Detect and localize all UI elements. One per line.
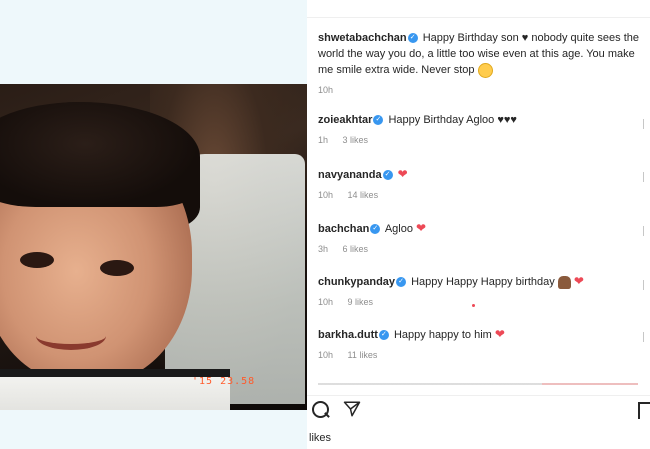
comment-item: navyananda ✓ ❤ 10h 14 likes (318, 166, 643, 203)
comment-search-icon[interactable] (311, 400, 331, 420)
like-comment-heart-icon[interactable] (640, 172, 648, 182)
red-heart-icon: ❤ (494, 327, 505, 341)
comment-username[interactable]: barkha.dutt (318, 329, 378, 341)
comment-time: 10h (318, 190, 334, 200)
comment-time: 10h (318, 350, 334, 360)
comment-username[interactable]: zoieakhtar (318, 114, 372, 126)
comment-text: Happy Happy Happy birthday (411, 276, 555, 288)
comment-time: 10h (318, 85, 334, 95)
red-heart-icon: ❤ (397, 167, 408, 181)
comment-username[interactable]: chunkypanday (318, 276, 395, 288)
send-icon[interactable] (343, 400, 363, 420)
comment-meta: 3h 6 likes (318, 241, 643, 257)
comment-meta: 10h 9 likes (318, 294, 643, 310)
comment-item: barkha.dutt ✓ Happy happy to him ❤ 10h 11… (318, 326, 643, 363)
comment-username[interactable]: navyananda (318, 169, 382, 181)
photo-eye-left (20, 252, 54, 268)
like-comment-heart-icon[interactable] (640, 226, 648, 236)
comment-likes[interactable]: 11 likes (348, 350, 378, 360)
comment-likes[interactable]: 6 likes (343, 244, 369, 254)
comment-time: 10h (318, 297, 334, 307)
comment-meta: 10h (318, 82, 643, 98)
cake-emoji-icon (557, 275, 571, 289)
comment-item: zoieakhtar ✓ Happy Birthday Agloo ♥♥♥ 1h … (318, 112, 643, 148)
verified-badge-icon: ✓ (407, 33, 418, 44)
photo-datestamp: '15 23.58 (192, 376, 256, 387)
comment-likes[interactable]: 3 likes (343, 135, 369, 145)
header-divider (307, 17, 650, 18)
post-actions-bar (307, 395, 650, 426)
smiling-face-emoji-icon (477, 62, 493, 78)
like-comment-heart-icon[interactable] (640, 332, 648, 342)
comment-text: Agloo (384, 223, 413, 235)
comment-meta: 1h 3 likes (318, 132, 643, 148)
comment-text: Happy Birthday son (422, 32, 519, 44)
truncated-comment (318, 380, 638, 386)
post-photo[interactable]: '15 23.58 (0, 84, 307, 410)
comment-meta: 10h 14 likes (318, 187, 643, 203)
comment-text: Happy happy to him (393, 329, 492, 341)
red-heart-icon: ❤ (416, 221, 427, 235)
verified-badge-icon: ✓ (378, 330, 389, 341)
photo-eye-right (100, 260, 134, 276)
comment-item: bachchan ✓ Agloo ❤ 3h 6 likes (318, 220, 643, 257)
red-dot-marker (472, 304, 475, 307)
photo-pane: '15 23.58 (0, 0, 307, 449)
comment-time: 1h (318, 135, 329, 145)
bookmark-icon[interactable] (636, 400, 650, 420)
verified-badge-icon: ✓ (370, 224, 381, 235)
like-comment-heart-icon[interactable] (640, 280, 648, 290)
verified-badge-icon: ✓ (396, 277, 407, 288)
photo-mouth (36, 322, 106, 350)
comment-likes[interactable]: 14 likes (348, 190, 379, 200)
verified-badge-icon: ✓ (382, 170, 393, 181)
comment-likes[interactable]: 9 likes (348, 297, 374, 307)
comment-username[interactable]: bachchan (318, 223, 369, 235)
caption-comment: shwetabachchan ✓ Happy Birthday son ♥ nob… (318, 30, 643, 98)
comment-time: 3h (318, 244, 329, 254)
like-comment-heart-icon[interactable] (640, 119, 648, 129)
comments-pane: shwetabachchan ✓ Happy Birthday son ♥ nob… (307, 0, 650, 449)
black-heart-icon: ♥ (521, 32, 529, 44)
comment-username[interactable]: shwetabachchan (318, 32, 407, 44)
red-heart-icon: ❤ (573, 274, 584, 288)
likes-count-label[interactable]: likes (309, 432, 331, 444)
comment-item: chunkypanday ✓ Happy Happy Happy birthday… (318, 273, 643, 310)
comment-text: Happy Birthday Agloo ♥♥♥ (388, 114, 517, 126)
comment-meta: 10h 11 likes (318, 347, 643, 363)
verified-badge-icon: ✓ (373, 115, 384, 126)
